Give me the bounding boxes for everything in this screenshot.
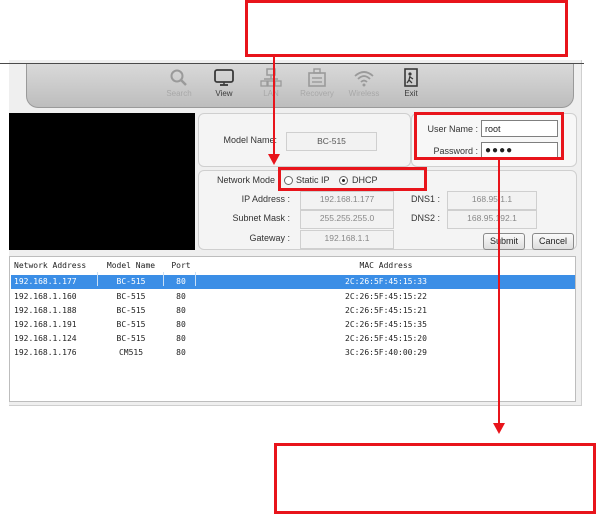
- toolbar: Search View LAN Recovery Wireless Exit: [26, 64, 574, 108]
- monitor-icon: [214, 69, 234, 86]
- cell-model: BC-515: [116, 277, 146, 286]
- toolbar-lan-label: LAN: [263, 89, 279, 98]
- column-separator: [195, 272, 196, 286]
- gateway-label: Gateway :: [249, 233, 290, 243]
- column-separator: [163, 272, 164, 286]
- dns2-label: DNS2 :: [410, 213, 440, 223]
- magnifier-icon: [170, 69, 187, 86]
- cell-model: BC-515: [116, 320, 146, 329]
- annotation-callout-bottom: [274, 443, 596, 514]
- annotation-arrow-top-head: [268, 154, 280, 165]
- cell-address: 192.168.1.188: [14, 306, 77, 315]
- device-table: Network Address Model Name Port MAC Addr…: [9, 256, 576, 402]
- cell-port: 80: [176, 292, 186, 301]
- column-separator: [97, 272, 98, 286]
- cell-port: 80: [176, 306, 186, 315]
- video-preview: [9, 113, 195, 250]
- table-row[interactable]: 192.168.1.176 CM515 80 3C:26:5F:40:00:29: [11, 346, 575, 360]
- cell-model: BC-515: [116, 306, 146, 315]
- table-row[interactable]: 192.168.1.188 BC-515 80 2C:26:5F:45:15:2…: [11, 304, 575, 318]
- dns1-field[interactable]: 168.95.1.1: [447, 191, 537, 210]
- cell-mac: 2C:26:5F:45:15:33: [345, 277, 427, 286]
- cell-mac: 2C:26:5F:45:15:22: [345, 292, 427, 301]
- network-mode-label: Network Mode :: [216, 175, 280, 185]
- login-highlight-box: [414, 112, 564, 160]
- header-port[interactable]: Port: [165, 259, 197, 273]
- table-row[interactable]: 192.168.1.191 BC-515 80 2C:26:5F:45:15:3…: [11, 318, 575, 332]
- cancel-button[interactable]: Cancel: [532, 233, 574, 250]
- cell-port: 80: [176, 334, 186, 343]
- annotation-arrow-top-line: [273, 57, 275, 155]
- ip-address-field[interactable]: 192.168.1.177: [300, 191, 394, 210]
- toolbar-recovery-label: Recovery: [300, 89, 334, 98]
- cell-mac: 3C:26:5F:40:00:29: [345, 348, 427, 357]
- toolbar-view-label: View: [215, 89, 233, 98]
- ip-address-label: IP Address :: [241, 194, 290, 204]
- header-mac-address[interactable]: MAC Address: [197, 259, 575, 273]
- cell-mac: 2C:26:5F:45:15:20: [345, 334, 427, 343]
- toolbar-recovery-button[interactable]: Recovery: [295, 66, 339, 106]
- table-row[interactable]: 192.168.1.160 BC-515 80 2C:26:5F:45:15:2…: [11, 290, 575, 304]
- cell-port: 80: [176, 320, 186, 329]
- exit-icon: [404, 68, 418, 87]
- toolbar-search-label: Search: [166, 89, 192, 98]
- cell-model: BC-515: [116, 334, 146, 343]
- annotation-arrow-bottom-line: [498, 160, 500, 424]
- cell-model: CM515: [118, 348, 144, 357]
- cell-mac: 2C:26:5F:45:15:35: [345, 320, 427, 329]
- cell-port: 80: [176, 348, 186, 357]
- submit-button[interactable]: Submit: [483, 233, 525, 250]
- dns1-label: DNS1 :: [410, 194, 440, 204]
- table-row[interactable]: 192.168.1.177 BC-515 80 2C:26:5F:45:15:3…: [11, 275, 575, 289]
- cell-port: 80: [176, 277, 186, 286]
- cell-address: 192.168.1.124: [14, 334, 77, 343]
- lan-icon: [260, 68, 282, 87]
- cell-address: 192.168.1.177: [14, 277, 77, 286]
- model-name-field: BC-515: [286, 132, 377, 151]
- toolbar-exit-label: Exit: [404, 89, 418, 98]
- gateway-field[interactable]: 192.168.1.1: [300, 230, 394, 249]
- toolbar-exit-button[interactable]: Exit: [389, 66, 433, 106]
- recovery-icon: [308, 68, 326, 87]
- toolbar-wireless-label: Wireless: [348, 89, 380, 98]
- annotation-callout-top: [245, 0, 568, 57]
- annotation-arrow-bottom-head: [493, 423, 505, 434]
- cell-address: 192.168.1.191: [14, 320, 77, 329]
- table-header: Network Address Model Name Port MAC Addr…: [11, 259, 575, 273]
- dns2-field[interactable]: 168.95.192.1: [447, 210, 537, 229]
- cell-model: BC-515: [116, 292, 146, 301]
- toolbar-wireless-button[interactable]: Wireless: [342, 66, 386, 106]
- header-network-address[interactable]: Network Address: [14, 259, 86, 273]
- toolbar-lan-button[interactable]: LAN: [249, 66, 293, 106]
- cell-mac: 2C:26:5F:45:15:21: [345, 306, 427, 315]
- subnet-mask-field[interactable]: 255.255.255.0: [300, 210, 394, 229]
- network-mode-highlight-box: [278, 167, 427, 191]
- subnet-mask-label: Subnet Mask :: [232, 213, 290, 223]
- toolbar-view-button[interactable]: View: [202, 66, 246, 106]
- cell-address: 192.168.1.176: [14, 348, 77, 357]
- wifi-icon: [354, 71, 374, 87]
- toolbar-search-button[interactable]: Search: [157, 66, 201, 106]
- header-model-name[interactable]: Model Name: [97, 259, 165, 273]
- model-name-label: Model Name:: [223, 135, 277, 145]
- table-row[interactable]: 192.168.1.124 BC-515 80 2C:26:5F:45:15:2…: [11, 332, 575, 346]
- cell-address: 192.168.1.160: [14, 292, 77, 301]
